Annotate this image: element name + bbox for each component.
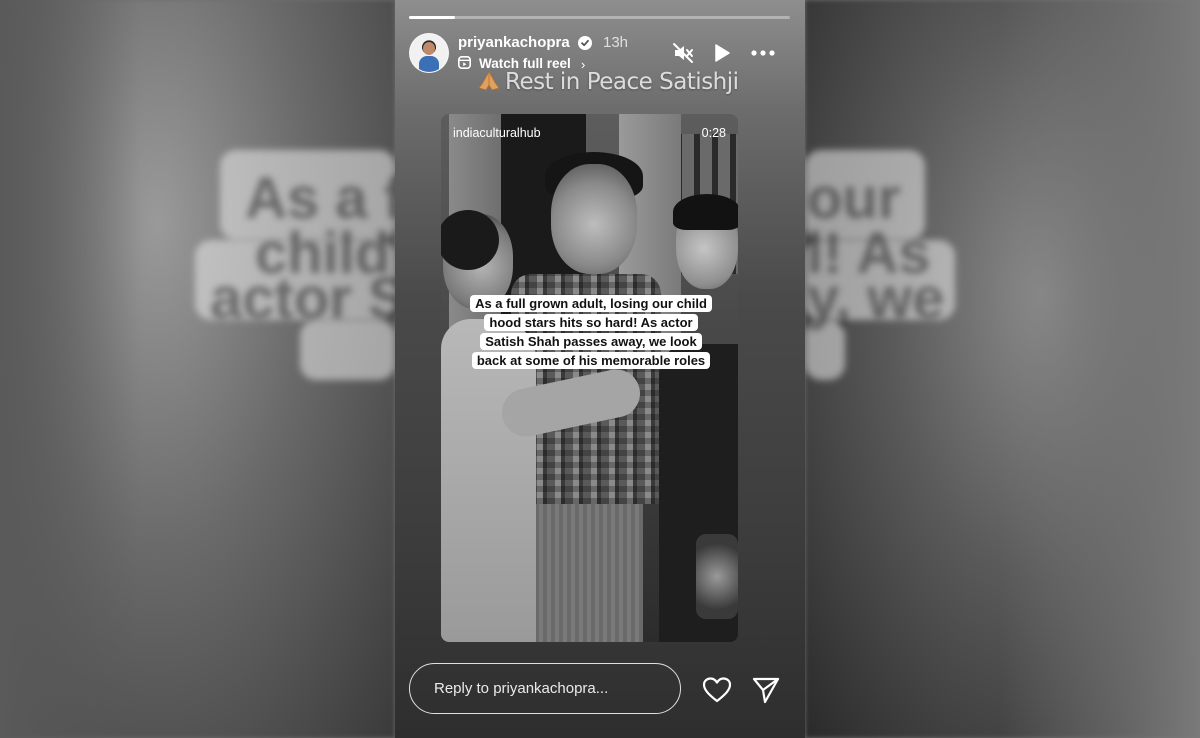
embedded-reel[interactable]: indiaculturalhub 0:28 As a full grown ad…: [441, 114, 738, 642]
story-progress-bar: [409, 16, 790, 19]
reel-video-frame: [441, 114, 738, 642]
reel-caption: As a full grown adult, losing our child …: [469, 294, 713, 370]
story-caption-text: Rest in Peace Satishji: [505, 69, 739, 95]
verified-badge-icon: [578, 36, 592, 50]
background-vignette: [0, 0, 140, 738]
reel-duration: 0:28: [701, 126, 726, 140]
background-vignette: [1000, 0, 1200, 738]
send-icon[interactable]: [751, 676, 781, 704]
reel-icon: [458, 56, 471, 69]
story-caption: Rest in Peace Satishji: [477, 69, 739, 95]
play-icon[interactable]: [709, 40, 735, 66]
heart-icon[interactable]: [702, 676, 732, 704]
more-options-icon[interactable]: [750, 40, 776, 66]
story-timestamp: 13h: [603, 34, 629, 51]
story-viewer[interactable]: priyankachopra 13h Watch full reel › Res…: [395, 0, 805, 738]
reel-username[interactable]: indiaculturalhub: [453, 126, 541, 140]
speaker-muted-icon[interactable]: [670, 40, 696, 66]
story-username[interactable]: priyankachopra: [458, 34, 570, 51]
reply-input[interactable]: [409, 663, 681, 714]
avatar[interactable]: [409, 33, 449, 73]
story-progress-fill: [409, 16, 455, 19]
folded-hands-emoji: [478, 71, 500, 91]
background-text: y, we: [807, 266, 945, 331]
reel-caption-text: As a full grown adult, losing our child …: [470, 295, 712, 369]
